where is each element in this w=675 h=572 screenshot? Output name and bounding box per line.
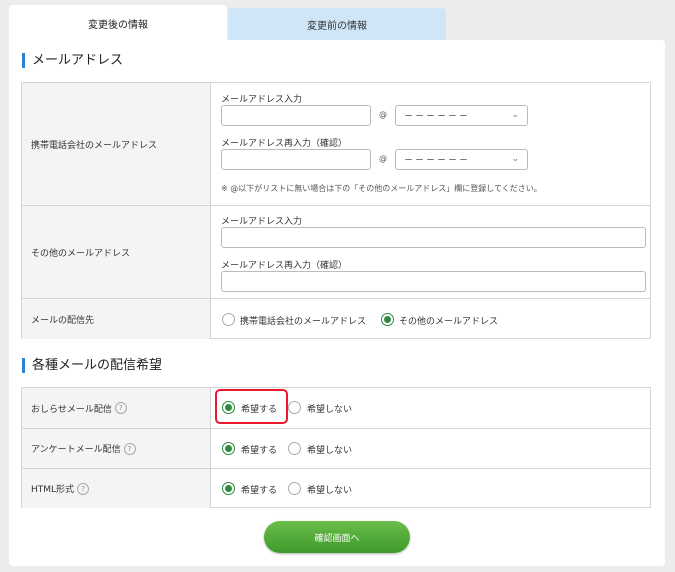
email-table: 携帯電話会社のメールアドレス メールアドレス入力 @ －－－－－－ ⌄ メールア…: [21, 82, 651, 339]
radio-notice-no[interactable]: [288, 401, 301, 414]
at-sign: @: [379, 110, 387, 119]
carrier-domain-confirm-select[interactable]: －－－－－－ ⌄: [395, 149, 528, 170]
cell-html-format: 希望する 希望しない: [211, 469, 650, 508]
cell-destination: 携帯電話会社のメールアドレス その他のメールアドレス: [211, 299, 650, 339]
other-confirm-label: メールアドレス再入力（確認）: [221, 261, 348, 271]
tab-bar: 変更後の情報 変更前の情報: [9, 5, 446, 41]
help-icon[interactable]: ?: [123, 442, 136, 455]
carrier-domain-value: －－－－－－: [404, 112, 471, 122]
form-panel: メールアドレス 携帯電話会社のメールアドレス メールアドレス入力 @ －－－－－…: [9, 40, 665, 566]
cell-survey-mail: 希望する 希望しない: [211, 429, 650, 468]
row-survey-mail: アンケートメール配信 ? 希望する 希望しない: [22, 428, 650, 468]
carrier-confirm-label: メールアドレス再入力（確認）: [221, 139, 348, 149]
radio-notice-no-label: 希望しない: [307, 405, 353, 415]
carrier-email-confirm-input[interactable]: [221, 149, 371, 170]
carrier-domain-confirm-value: －－－－－－: [404, 156, 471, 166]
radio-destination-other[interactable]: [381, 313, 394, 326]
chevron-down-icon: ⌄: [511, 154, 521, 164]
row-other-email: その他のメールアドレス メールアドレス入力 メールアドレス再入力（確認）: [22, 205, 650, 298]
section-title-preferences: 各種メールの配信希望: [22, 358, 162, 373]
label-notice-mail: おしらせメール配信 ?: [22, 388, 211, 428]
row-html-format: HTML形式 ? 希望する 希望しない: [22, 468, 650, 508]
confirm-button[interactable]: 確認画面へ: [264, 521, 410, 553]
radio-html-no-label: 希望しない: [307, 486, 353, 496]
row-carrier-email: 携帯電話会社のメールアドレス メールアドレス入力 @ －－－－－－ ⌄ メールア…: [22, 83, 650, 205]
highlight-box: [215, 389, 288, 424]
other-email-confirm-input[interactable]: [221, 271, 646, 292]
help-icon[interactable]: ?: [77, 482, 90, 495]
notice-mail-label: おしらせメール配信: [31, 404, 112, 415]
radio-html-yes-label: 希望する: [241, 486, 278, 496]
tab-after[interactable]: 変更後の情報: [9, 5, 227, 41]
radio-html-no[interactable]: [288, 482, 301, 495]
label-html-format: HTML形式 ?: [22, 469, 211, 508]
radio-destination-carrier-label: 携帯電話会社のメールアドレス: [240, 317, 367, 327]
row-destination: メールの配信先 携帯電話会社のメールアドレス その他のメールアドレス: [22, 298, 650, 339]
radio-survey-no[interactable]: [288, 442, 301, 455]
at-sign: @: [379, 154, 387, 163]
radio-survey-no-label: 希望しない: [307, 446, 353, 456]
preferences-table: おしらせメール配信 ? 希望する 希望しない アンケートメール配信 ? 希望する…: [21, 387, 651, 508]
other-email-input[interactable]: [221, 227, 646, 248]
radio-survey-yes-label: 希望する: [241, 446, 278, 456]
chevron-down-icon: ⌄: [511, 110, 521, 120]
label-carrier-email: 携帯電話会社のメールアドレス: [22, 83, 211, 205]
survey-mail-label: アンケートメール配信: [31, 445, 121, 455]
row-notice-mail: おしらせメール配信 ? 希望する 希望しない: [22, 388, 650, 428]
radio-survey-yes[interactable]: [222, 442, 235, 455]
carrier-note: ※ @以下がリストに無い場合は下の「その他のメールアドレス」欄に登録してください…: [221, 184, 542, 193]
carrier-email-input[interactable]: [221, 105, 371, 126]
section-title-email: メールアドレス: [22, 53, 123, 68]
carrier-domain-select[interactable]: －－－－－－ ⌄: [395, 105, 528, 126]
label-survey-mail: アンケートメール配信 ?: [22, 429, 211, 468]
html-format-label: HTML形式: [31, 485, 75, 495]
radio-destination-carrier[interactable]: [222, 313, 235, 326]
cell-other-email: メールアドレス入力 メールアドレス再入力（確認）: [211, 206, 650, 298]
radio-destination-other-label: その他のメールアドレス: [399, 317, 499, 327]
carrier-input-label: メールアドレス入力: [221, 95, 303, 105]
help-icon[interactable]: ?: [114, 402, 127, 414]
label-destination: メールの配信先: [22, 299, 211, 339]
label-other-email: その他のメールアドレス: [22, 206, 211, 298]
tab-before[interactable]: 変更前の情報: [228, 8, 446, 41]
radio-html-yes[interactable]: [222, 482, 235, 495]
other-input-label: メールアドレス入力: [221, 217, 303, 227]
cell-carrier-email: メールアドレス入力 @ －－－－－－ ⌄ メールアドレス再入力（確認） @ －－…: [211, 83, 650, 205]
